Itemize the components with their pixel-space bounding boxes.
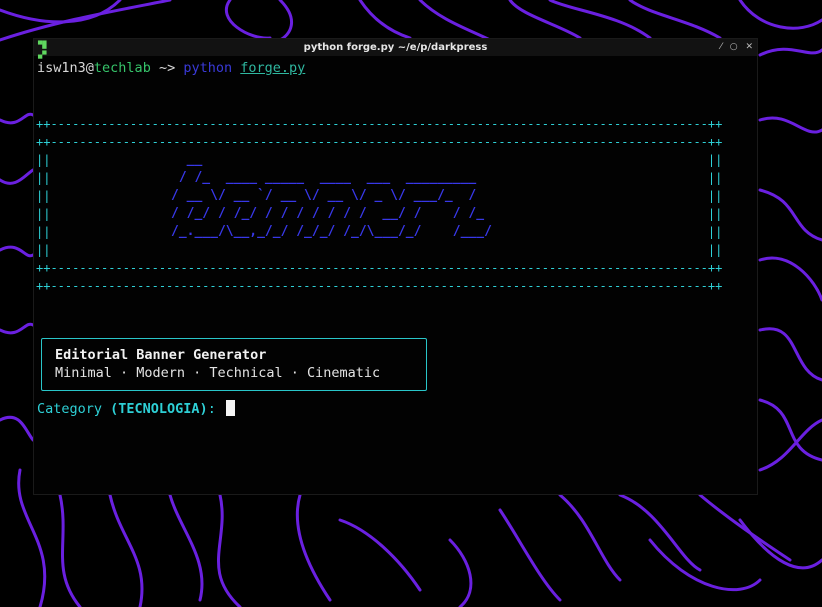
prompt-script-file[interactable]: forge.py xyxy=(240,60,305,76)
info-title: Editorial Banner Generator xyxy=(55,347,267,363)
window-title: python forge.py ~/e/p/darkpress xyxy=(303,42,488,53)
prompt-directory: ~> xyxy=(150,60,184,76)
category-default-value: (TECNOLOGIA) xyxy=(110,401,208,417)
terminal-window[interactable]: ▀█ ▄▀ python forge.py ~/e/p/darkpress ⁄ ○… xyxy=(33,38,758,495)
banner-ascii-art: __ / /_ ____ _____ ____ ___ _________ / … xyxy=(171,152,492,239)
title-bar[interactable]: ▀█ ▄▀ python forge.py ~/e/p/darkpress ⁄ ○… xyxy=(34,39,757,59)
window-controls: ⁄ ○ ✕ xyxy=(715,39,753,56)
minimize-icon[interactable]: ⁄ xyxy=(720,42,722,52)
category-colon: : xyxy=(207,401,224,417)
close-icon[interactable]: ✕ xyxy=(745,42,753,52)
prompt-user: isw1n3 xyxy=(37,60,86,76)
prompt-command: python xyxy=(183,60,233,76)
maximize-icon[interactable]: ○ xyxy=(730,42,738,52)
text-cursor[interactable] xyxy=(225,400,235,416)
info-panel: Editorial Banner Generator Minimal · Mod… xyxy=(41,338,427,391)
info-style-list: Minimal · Modern · Technical · Cinematic xyxy=(55,365,381,381)
prompt-host: techlab xyxy=(93,60,151,76)
shell-prompt-line: isw1n3@techlab ~> python forge.py xyxy=(37,60,305,76)
terminal-icon: ▀█ ▄▀ xyxy=(38,41,47,59)
prompt-at: @ xyxy=(85,60,94,76)
category-label: Category xyxy=(37,401,111,417)
category-input-line[interactable]: Category (TECNOLOGIA): xyxy=(37,400,235,417)
